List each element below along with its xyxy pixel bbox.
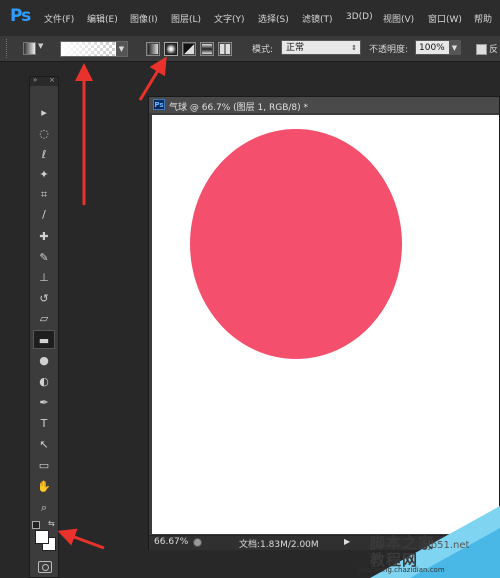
opacity-label: 不透明度: — [369, 45, 409, 55]
options-bar: ▼ ▼ 模式: 正常 ⇕ 不透明度: 100% ▼ 反 — [0, 36, 500, 62]
document-window: Ps 气球 @ 66.7% (图层 1, RGB/8) * 66.67% 文档:… — [148, 96, 500, 550]
clone-stamp-tool-icon[interactable]: ⊥ — [33, 268, 55, 287]
opacity-value: 100% — [419, 43, 445, 53]
mode-value: 正常 — [286, 43, 305, 53]
shape-tool-icon[interactable]: ▭ — [33, 456, 55, 475]
crop-tool-icon[interactable]: ⌗ — [33, 185, 55, 204]
default-colors-icon[interactable] — [32, 521, 40, 529]
chevron-down-icon[interactable]: ▼ — [116, 42, 127, 56]
marquee-tool-icon[interactable]: ◌ — [33, 124, 55, 143]
foreground-color-swatch[interactable] — [35, 530, 49, 544]
canvas[interactable] — [152, 115, 499, 534]
gradient-tool-icon[interactable]: ▬ — [33, 330, 55, 349]
blur-tool-icon[interactable]: ● — [33, 351, 55, 370]
healing-brush-tool-icon[interactable]: ✚ — [33, 227, 55, 246]
menu-type[interactable]: 文字(Y) — [214, 12, 245, 25]
angle-gradient-icon[interactable] — [182, 42, 196, 56]
arrow-to-color-swatches — [57, 528, 105, 550]
photoshop-logo: Ps — [10, 6, 31, 26]
arrow-to-radial-gradient — [138, 56, 167, 101]
menu-view[interactable]: 视图(V) — [383, 12, 414, 25]
tools-panel: » × ▸ ◌ ℓ ✦ ⌗ / ✚ ✎ ⊥ ↺ ▱ ▬ ● ◐ ✒ T ↖ ▭ ✋ ⌕ ⇆ — [29, 76, 59, 578]
menu-layer[interactable]: 图层(L) — [171, 12, 201, 25]
watermark-url: jiaocheng.chazidian.com — [358, 566, 445, 574]
pen-tool-icon[interactable]: ✒ — [33, 393, 55, 412]
collapse-icon[interactable]: » — [33, 76, 37, 84]
gradient-preview — [61, 42, 115, 56]
color-swatches: ⇆ — [32, 519, 58, 553]
menu-bar: Ps 文件(F) 编辑(E) 图像(I) 图层(L) 文字(Y) 选择(S) 滤… — [0, 0, 500, 37]
options-bar-grip[interactable] — [6, 39, 10, 58]
menu-image[interactable]: 图像(I) — [130, 12, 158, 25]
menu-filter[interactable]: 滤镜(T) — [302, 12, 333, 25]
magic-wand-tool-icon[interactable]: ✦ — [33, 165, 55, 184]
document-size-info: 文档:1.83M/2.00M — [239, 540, 319, 550]
zoom-tool-icon[interactable]: ⌕ — [33, 498, 55, 517]
document-title: 气球 @ 66.7% (图层 1, RGB/8) * — [169, 103, 309, 113]
chevron-down-icon: ▼ — [38, 42, 44, 50]
ps-document-icon: Ps — [153, 99, 165, 110]
brush-tool-icon[interactable]: ✎ — [33, 248, 55, 267]
history-brush-tool-icon[interactable]: ↺ — [33, 289, 55, 308]
linear-gradient-icon[interactable] — [146, 42, 160, 56]
pink-circle-shape[interactable] — [190, 129, 402, 359]
gradient-tool-preset-icon — [23, 42, 36, 55]
menu-3d[interactable]: 3D(D) — [346, 12, 373, 22]
mode-select[interactable]: 正常 ⇕ — [281, 40, 361, 55]
swap-colors-icon[interactable]: ⇆ — [48, 519, 55, 528]
eraser-tool-icon[interactable]: ▱ — [33, 309, 55, 328]
eyedropper-tool-icon[interactable]: / — [33, 205, 55, 224]
menu-file[interactable]: 文件(F) — [44, 12, 74, 25]
lasso-tool-icon[interactable]: ℓ — [33, 145, 55, 164]
diamond-gradient-icon[interactable] — [218, 42, 232, 56]
gradient-picker[interactable]: ▼ — [60, 41, 128, 57]
close-icon[interactable]: × — [49, 76, 55, 84]
move-tool-icon[interactable]: ▸ — [33, 103, 55, 122]
chevron-updown-icon: ⇕ — [351, 44, 357, 52]
quick-mask-icon[interactable] — [38, 561, 52, 573]
document-tab[interactable]: Ps 气球 @ 66.7% (图层 1, RGB/8) * — [149, 97, 499, 113]
reverse-checkbox[interactable] — [476, 44, 487, 55]
path-selection-tool-icon[interactable]: ↖ — [33, 435, 55, 454]
zoom-level[interactable]: 66.67% — [154, 537, 188, 547]
tools-panel-header[interactable]: » × — [30, 76, 58, 86]
hand-tool-icon[interactable]: ✋ — [33, 477, 55, 496]
menu-edit[interactable]: 编辑(E) — [87, 12, 118, 25]
dodge-tool-icon[interactable]: ◐ — [33, 372, 55, 391]
mode-label: 模式: — [252, 45, 274, 55]
type-tool-icon[interactable]: T — [33, 414, 55, 433]
menu-window[interactable]: 窗口(W) — [428, 12, 462, 25]
opacity-input[interactable]: 100% ▼ — [415, 40, 461, 55]
tool-preset-picker[interactable]: ▼ — [20, 41, 44, 55]
menu-help[interactable]: 帮助 — [474, 12, 492, 25]
radial-gradient-icon[interactable] — [164, 42, 178, 56]
status-info-icon[interactable] — [193, 538, 202, 547]
watermark-domain: jb51.net — [428, 540, 470, 551]
reflected-gradient-icon[interactable] — [200, 42, 214, 56]
reverse-label: 反 — [489, 45, 499, 55]
chevron-down-icon[interactable]: ▼ — [449, 41, 460, 54]
watermark: 脚本之家 jb51.net 教程网 jiaocheng.chazidian.co… — [350, 506, 500, 578]
menu-select[interactable]: 选择(S) — [258, 12, 289, 25]
